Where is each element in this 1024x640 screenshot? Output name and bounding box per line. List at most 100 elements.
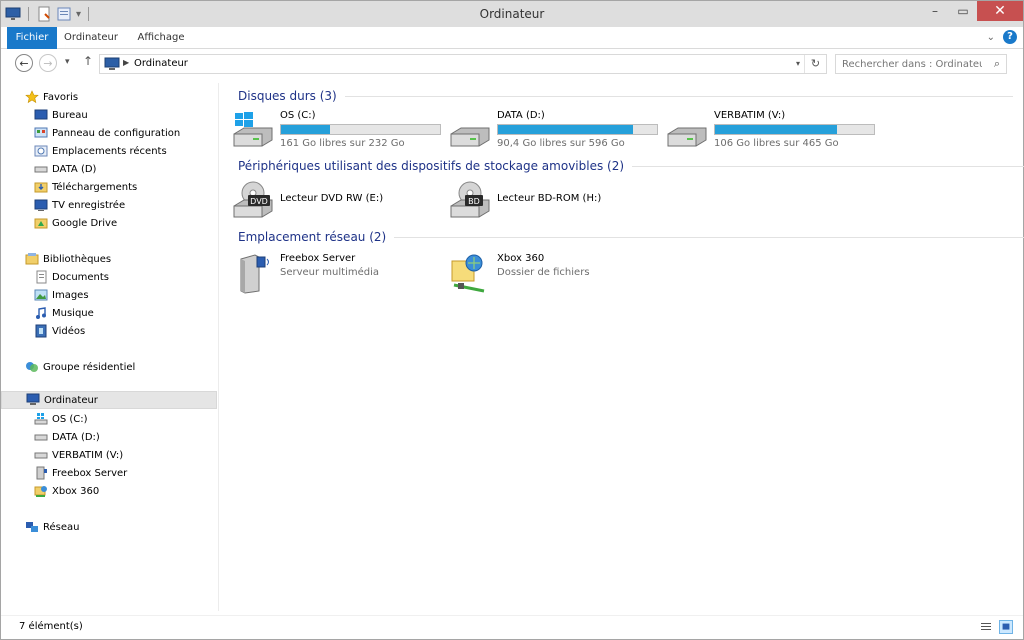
details-view-icon[interactable]	[979, 620, 993, 634]
sidebar-item-label: OS (C:)	[52, 413, 88, 425]
drive-name: VERBATIM (V:)	[714, 110, 786, 121]
help-icon[interactable]: ?	[1003, 30, 1017, 44]
navigation-pane: Favoris Bureau Panneau de configuration …	[1, 83, 219, 611]
minimize-button[interactable]: –	[921, 1, 949, 21]
forward-button[interactable]: →	[39, 54, 57, 72]
sidebar-item-desktop[interactable]: Bureau	[1, 106, 217, 124]
tv-icon	[34, 199, 48, 211]
refresh-button[interactable]: ↻	[804, 55, 826, 73]
sidebar-item-recorded-tv[interactable]: TV enregistrée	[1, 196, 217, 214]
up-arrow-icon[interactable]: ↑	[83, 54, 93, 68]
sidebar-item-google-drive[interactable]: Google Drive	[1, 214, 217, 232]
tiles-view-icon[interactable]	[999, 620, 1013, 634]
sidebar-item-label: Favoris	[43, 91, 79, 103]
sidebar-item-control-panel[interactable]: Panneau de configuration	[1, 124, 217, 142]
drive-tile-os-c[interactable]: OS (C:) 161 Go libres sur 232 Go	[223, 110, 441, 156]
media-server-icon	[240, 254, 269, 294]
videos-icon	[35, 324, 47, 338]
sidebar-item-verbatim-v[interactable]: VERBATIM (V:)	[1, 446, 217, 464]
drive-name: Lecteur DVD RW (E:)	[280, 193, 384, 204]
tab-view[interactable]: Affichage	[131, 27, 191, 49]
bd-badge: BD	[468, 197, 480, 206]
maximize-button[interactable]: ▭	[949, 1, 977, 21]
drive-tile-bd-h[interactable]: BD Lecteur BD-ROM (H:)	[440, 180, 650, 226]
sidebar-item-data-d-drive[interactable]: DATA (D:)	[1, 428, 217, 446]
recent-locations-chevron-icon[interactable]: ▾	[65, 57, 70, 67]
sidebar-item-recent-places[interactable]: Emplacements récents	[1, 142, 217, 160]
drive-usage-bar	[497, 124, 658, 135]
view-toggle	[979, 620, 1013, 634]
group-divider	[394, 236, 1024, 238]
pictures-icon	[34, 289, 48, 301]
sidebar-item-label: Ordinateur	[44, 394, 98, 406]
address-dropdown-chevron-icon[interactable]: ▾	[796, 59, 800, 68]
back-button[interactable]: ←	[15, 54, 33, 72]
network-location-name: Xbox 360	[497, 253, 545, 264]
sidebar-item-xbox-360[interactable]: Xbox 360	[1, 482, 217, 500]
drive-free-space: 161 Go libres sur 232 Go	[280, 138, 405, 149]
drive-icon	[34, 452, 48, 459]
sidebar-item-label: Bibliothèques	[43, 253, 112, 265]
hard-drive-icon	[450, 127, 490, 147]
sidebar-item-network[interactable]: Réseau	[1, 518, 217, 536]
content-area: Disques durs (3) OS (C:) 161 Go libres s…	[223, 83, 1024, 611]
sidebar-item-computer[interactable]: Ordinateur	[1, 391, 217, 409]
sidebar-item-music[interactable]: Musique	[1, 304, 217, 322]
computer-icon	[26, 393, 40, 405]
expand-ribbon-chevron-icon[interactable]: ⌄	[987, 32, 995, 43]
group-header-network[interactable]: Emplacement réseau (2)	[238, 227, 1024, 247]
item-count: 7 élément(s)	[19, 621, 83, 632]
tab-computer[interactable]: Ordinateur	[59, 27, 123, 49]
recent-places-icon	[34, 145, 48, 157]
drive-tile-data-d[interactable]: DATA (D:) 90,4 Go libres sur 596 Go	[440, 110, 658, 156]
drive-tile-dvd-e[interactable]: DVD Lecteur DVD RW (E:)	[223, 180, 433, 226]
drive-usage-bar	[280, 124, 441, 135]
group-header-removable[interactable]: Périphériques utilisant des dispositifs …	[238, 156, 1024, 176]
sidebar-item-label: Groupe résidentiel	[43, 361, 136, 373]
sidebar-item-documents[interactable]: Documents	[1, 268, 217, 286]
windows-drive-icon	[34, 413, 48, 425]
sidebar-item-label: Emplacements récents	[52, 145, 167, 157]
sidebar-item-homegroup[interactable]: Groupe résidentiel	[1, 358, 217, 376]
title-bar: ▾ Ordinateur – ▭ ✕	[1, 1, 1023, 27]
search-input[interactable]	[842, 57, 982, 71]
drive-tile-verbatim-v[interactable]: VERBATIM (V:) 106 Go libres sur 465 Go	[657, 110, 875, 156]
control-panel-icon	[34, 127, 48, 138]
drive-name: OS (C:)	[280, 110, 316, 121]
sidebar-item-label: Réseau	[43, 521, 80, 533]
sidebar-item-libraries[interactable]: Bibliothèques	[1, 250, 217, 268]
drive-usage-fill	[715, 125, 838, 134]
sidebar-item-data-d[interactable]: DATA (D)	[1, 160, 217, 178]
sidebar-item-label: Vidéos	[52, 325, 86, 337]
libraries-icon	[25, 253, 39, 265]
breadcrumb[interactable]: Ordinateur	[134, 58, 188, 69]
bd-drive-icon: BD	[450, 181, 490, 218]
address-bar[interactable]: ▶ Ordinateur ▾ ↻	[99, 54, 827, 74]
google-drive-icon	[34, 218, 48, 229]
drive-usage-fill	[498, 125, 634, 134]
tab-file[interactable]: Fichier	[7, 27, 57, 49]
sidebar-item-os-c[interactable]: OS (C:)	[1, 410, 217, 428]
close-button[interactable]: ✕	[977, 1, 1023, 21]
network-tile-xbox-360[interactable]: Xbox 360 Dossier de fichiers	[440, 253, 650, 299]
group-header-hard-disks[interactable]: Disques durs (3)	[238, 86, 1013, 106]
network-tile-freebox-server[interactable]: Freebox Server Serveur multimédia	[223, 253, 433, 299]
group-title: Emplacement réseau (2)	[238, 230, 387, 244]
sidebar-item-freebox-server[interactable]: Freebox Server	[1, 464, 217, 482]
explorer-window: ▾ Ordinateur – ▭ ✕ Fichier Ordinateur Af…	[0, 0, 1024, 640]
sidebar-item-pictures[interactable]: Images	[1, 286, 217, 304]
sidebar-item-label: Freebox Server	[52, 467, 128, 479]
sidebar-item-label: Musique	[52, 307, 94, 319]
network-location-name: Freebox Server	[280, 253, 356, 264]
breadcrumb-chevron-icon[interactable]: ▶	[123, 58, 129, 67]
windows-drive-icon	[233, 112, 273, 147]
ribbon-right-controls: ⌄ ?	[987, 30, 1017, 44]
sidebar-item-downloads[interactable]: Téléchargements	[1, 178, 217, 196]
sidebar-item-label: Images	[52, 289, 89, 301]
sidebar-item-videos[interactable]: Vidéos	[1, 322, 217, 340]
search-icon[interactable]: ⌕	[994, 57, 1000, 71]
drive-icon	[34, 166, 48, 173]
search-box[interactable]: ⌕	[835, 54, 1007, 74]
dvd-badge: DVD	[250, 197, 268, 206]
sidebar-item-favorites[interactable]: Favoris	[1, 88, 217, 106]
